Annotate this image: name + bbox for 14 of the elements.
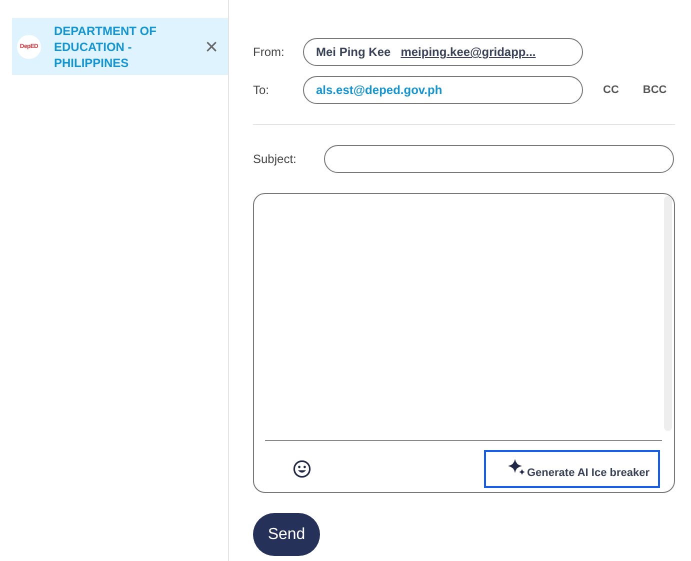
scrollbar[interactable] xyxy=(664,196,672,431)
subject-field[interactable] xyxy=(324,145,674,173)
to-label: To: xyxy=(253,83,270,97)
from-label: From: xyxy=(253,45,286,59)
subject-label: Subject: xyxy=(253,152,298,166)
send-button[interactable]: Send xyxy=(253,513,320,556)
bcc-button[interactable]: BCC xyxy=(642,84,667,96)
close-button[interactable]: × xyxy=(201,36,222,58)
smiley-icon[interactable] xyxy=(293,460,311,478)
from-field[interactable]: Mei Ping Kee meiping.kee@gridapp... xyxy=(303,38,583,66)
sparkle-icon xyxy=(508,459,526,477)
cc-button[interactable]: CC xyxy=(603,84,619,96)
generate-ai-button[interactable]: Generate AI Ice breaker xyxy=(484,450,660,488)
message-box[interactable]: Generate AI Ice breaker xyxy=(253,193,675,493)
